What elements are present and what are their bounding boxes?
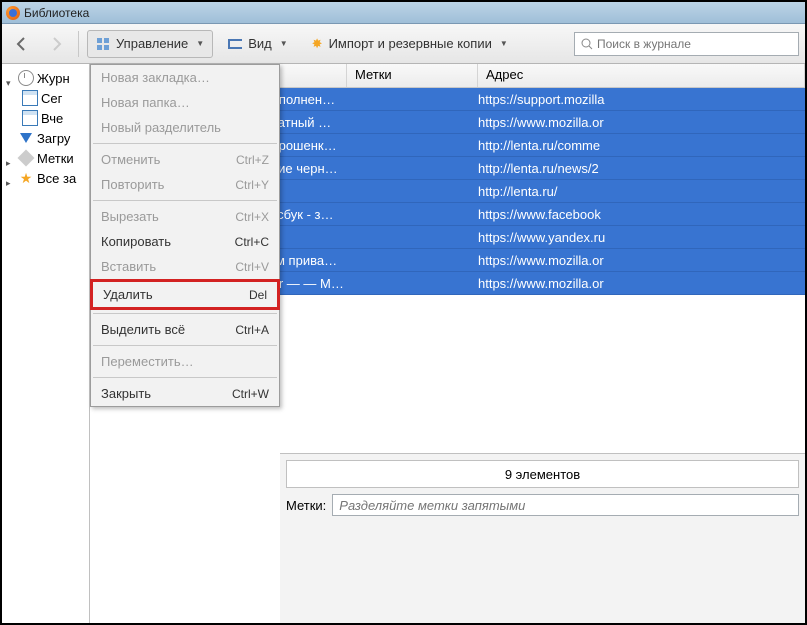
collapse-icon[interactable]	[6, 174, 15, 183]
menu-paste: ВставитьCtrl+V	[91, 254, 279, 279]
download-icon	[18, 130, 34, 146]
menu-separator	[93, 200, 277, 201]
organize-icon	[96, 37, 110, 51]
sidebar-item-label: Журн	[37, 71, 70, 86]
menu-cut: ВырезатьCtrl+X	[91, 204, 279, 229]
menu-undo: ОтменитьCtrl+Z	[91, 147, 279, 172]
menu-separator	[93, 377, 277, 378]
sidebar-item-yesterday[interactable]: Вче	[2, 108, 89, 128]
organize-label: Управление	[116, 36, 188, 51]
organize-menu: Новая закладка… Новая папка… Новый разде…	[90, 64, 280, 407]
chevron-down-icon: ▼	[196, 39, 204, 48]
views-button[interactable]: Вид ▼	[219, 30, 296, 58]
menu-new-folder: Новая папка…	[91, 90, 279, 115]
arrow-right-icon	[48, 36, 64, 52]
search-icon	[581, 38, 593, 50]
expand-icon[interactable]	[6, 74, 15, 83]
row-address: https://www.mozilla.or	[478, 115, 805, 130]
menu-move: Переместить…	[91, 349, 279, 374]
menu-separator	[93, 313, 277, 314]
menu-new-separator: Новый разделитель	[91, 115, 279, 140]
sidebar-item-label: Все за	[37, 171, 76, 186]
sidebar-item-history[interactable]: Журн	[2, 68, 89, 88]
menu-select-all[interactable]: Выделить всёCtrl+A	[91, 317, 279, 342]
sidebar-item-label: Метки	[37, 151, 74, 166]
sidebar-item-tags[interactable]: Метки	[2, 148, 89, 168]
row-address: https://www.facebook	[478, 207, 805, 222]
sidebar-item-today[interactable]: Сег	[2, 88, 89, 108]
calendar-icon	[22, 90, 38, 106]
toolbar-separator	[78, 31, 79, 57]
row-address: https://www.yandex.ru	[478, 230, 805, 245]
search-box[interactable]	[574, 32, 799, 56]
sidebar-item-label: Загру	[37, 131, 70, 146]
import-icon: ✸	[312, 36, 323, 52]
menu-redo: ПовторитьCtrl+Y	[91, 172, 279, 197]
menu-new-bookmark: Новая закладка…	[91, 65, 279, 90]
window-titlebar: Библиотека	[2, 2, 805, 24]
row-address: https://support.mozilla	[478, 92, 805, 107]
menu-close[interactable]: ЗакрытьCtrl+W	[91, 381, 279, 406]
collapse-icon[interactable]	[6, 154, 15, 163]
forward-button[interactable]	[42, 30, 70, 58]
chevron-down-icon: ▼	[280, 39, 288, 48]
sidebar-item-label: Сег	[41, 91, 62, 106]
back-button[interactable]	[8, 30, 36, 58]
sidebar: Журн Сег Вче Загру Метки ★ Все за	[2, 64, 90, 623]
toolbar: Управление ▼ Вид ▼ ✸ Импорт и резервные …	[2, 24, 805, 64]
row-address: https://www.mozilla.or	[478, 276, 805, 291]
column-header-address[interactable]: Адрес	[478, 64, 805, 87]
menu-separator	[93, 345, 277, 346]
item-count: 9 элементов	[286, 460, 799, 488]
window-title: Библиотека	[24, 6, 89, 20]
search-input[interactable]	[597, 37, 777, 51]
calendar-icon	[22, 110, 38, 126]
menu-separator	[93, 143, 277, 144]
import-button[interactable]: ✸ Импорт и резервные копии ▼	[303, 30, 517, 58]
tags-label: Метки:	[286, 498, 326, 513]
firefox-icon	[6, 6, 20, 20]
chevron-down-icon: ▼	[500, 39, 508, 48]
details-pane: 9 элементов Метки:	[280, 453, 805, 623]
sidebar-item-downloads[interactable]: Загру	[2, 128, 89, 148]
star-icon: ★	[18, 170, 34, 186]
import-label: Импорт и резервные копии	[329, 36, 492, 51]
views-icon	[228, 39, 242, 49]
sidebar-item-all-bookmarks[interactable]: ★ Все за	[2, 168, 89, 188]
row-address: http://lenta.ru/news/2	[478, 161, 805, 176]
views-label: Вид	[248, 36, 272, 51]
sidebar-item-label: Вче	[41, 111, 63, 126]
column-header-tags[interactable]: Метки	[347, 64, 478, 87]
menu-delete[interactable]: УдалитьDel	[90, 279, 280, 310]
clock-icon	[18, 70, 34, 86]
tag-icon	[18, 150, 34, 166]
organize-button[interactable]: Управление ▼	[87, 30, 213, 58]
menu-copy[interactable]: КопироватьCtrl+C	[91, 229, 279, 254]
row-address: http://lenta.ru/comme	[478, 138, 805, 153]
arrow-left-icon	[14, 36, 30, 52]
spacer	[6, 134, 15, 143]
row-address: http://lenta.ru/	[478, 184, 805, 199]
tags-input[interactable]	[332, 494, 799, 516]
row-address: https://www.mozilla.or	[478, 253, 805, 268]
